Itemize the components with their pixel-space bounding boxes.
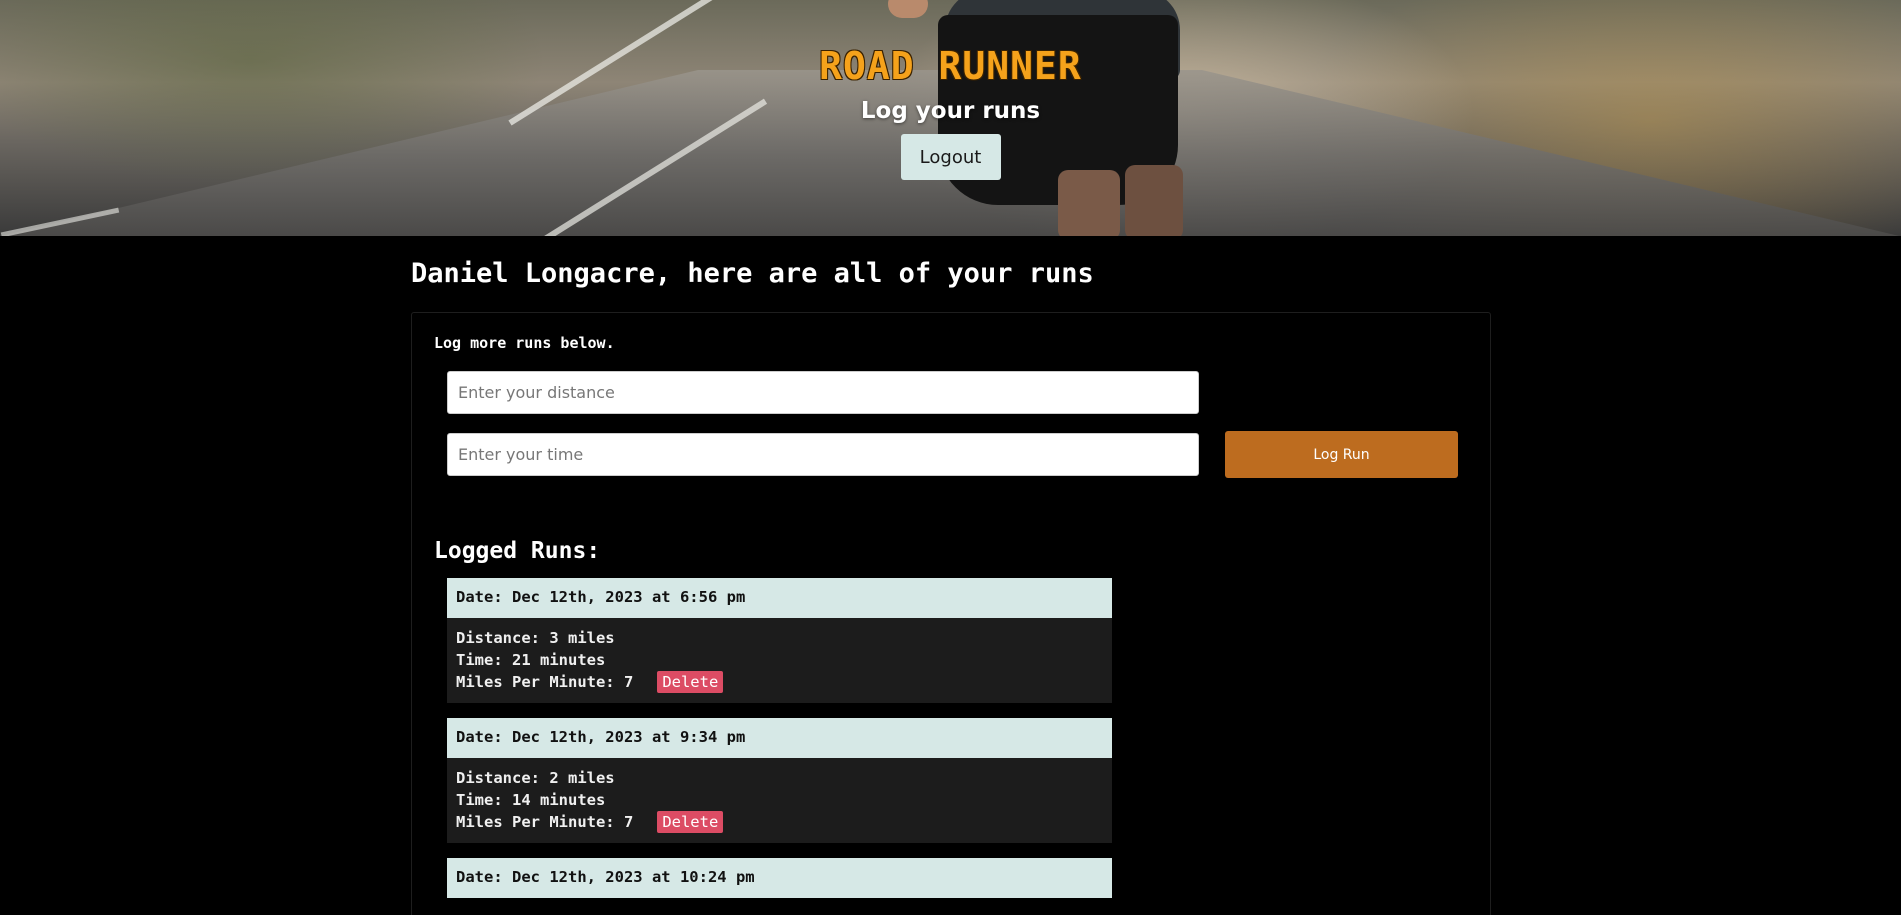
run-details: Distance: 3 miles Time: 21 minutes Miles…: [447, 618, 1112, 703]
run-distance: Distance: 3 miles: [456, 629, 615, 647]
run-date: Date: Dec 12th, 2023 at 9:34 pm: [447, 718, 1112, 758]
logout-button[interactable]: Logout: [900, 134, 1001, 180]
run-card: Date: Dec 12th, 2023 at 6:56 pm Distance…: [447, 578, 1112, 703]
run-list: Date: Dec 12th, 2023 at 6:56 pm Distance…: [447, 578, 1112, 913]
run-card: Date: Dec 12th, 2023 at 9:34 pm Distance…: [447, 718, 1112, 843]
run-details: Distance: 2 miles Time: 14 minutes Miles…: [447, 758, 1112, 843]
app-subtitle: Log your runs: [860, 98, 1041, 124]
log-prompt: Log more runs below.: [434, 334, 615, 352]
run-pace: Miles Per Minute: 7: [456, 813, 634, 831]
run-time: Time: 21 minutes: [456, 651, 606, 669]
log-run-button[interactable]: Log Run: [1225, 431, 1458, 478]
runs-panel: Log more runs below. Log Run Logged Runs…: [411, 312, 1491, 915]
run-pace-row: Miles Per Minute: 7 Delete: [456, 671, 1103, 693]
run-pace-row: Miles Per Minute: 7 Delete: [456, 811, 1103, 833]
hero-content: ROAD RUNNER Log your runs Logout: [0, 0, 1901, 236]
delete-run-button[interactable]: Delete: [657, 671, 724, 693]
app-title: ROAD RUNNER: [819, 44, 1082, 88]
delete-run-button[interactable]: Delete: [657, 811, 724, 833]
time-input[interactable]: [447, 433, 1199, 476]
run-pace: Miles Per Minute: 7: [456, 673, 634, 691]
run-date: Date: Dec 12th, 2023 at 6:56 pm: [447, 578, 1112, 618]
run-card: Date: Dec 12th, 2023 at 10:24 pm: [447, 858, 1112, 898]
main-content: Daniel Longacre, here are all of your ru…: [411, 236, 1491, 915]
logged-runs-heading: Logged Runs:: [434, 538, 601, 564]
run-date: Date: Dec 12th, 2023 at 10:24 pm: [447, 858, 1112, 898]
hero-banner: ROAD RUNNER Log your runs Logout: [0, 0, 1901, 236]
run-distance: Distance: 2 miles: [456, 769, 615, 787]
distance-input[interactable]: [447, 371, 1199, 414]
run-time: Time: 14 minutes: [456, 791, 606, 809]
page-heading: Daniel Longacre, here are all of your ru…: [411, 258, 1094, 289]
